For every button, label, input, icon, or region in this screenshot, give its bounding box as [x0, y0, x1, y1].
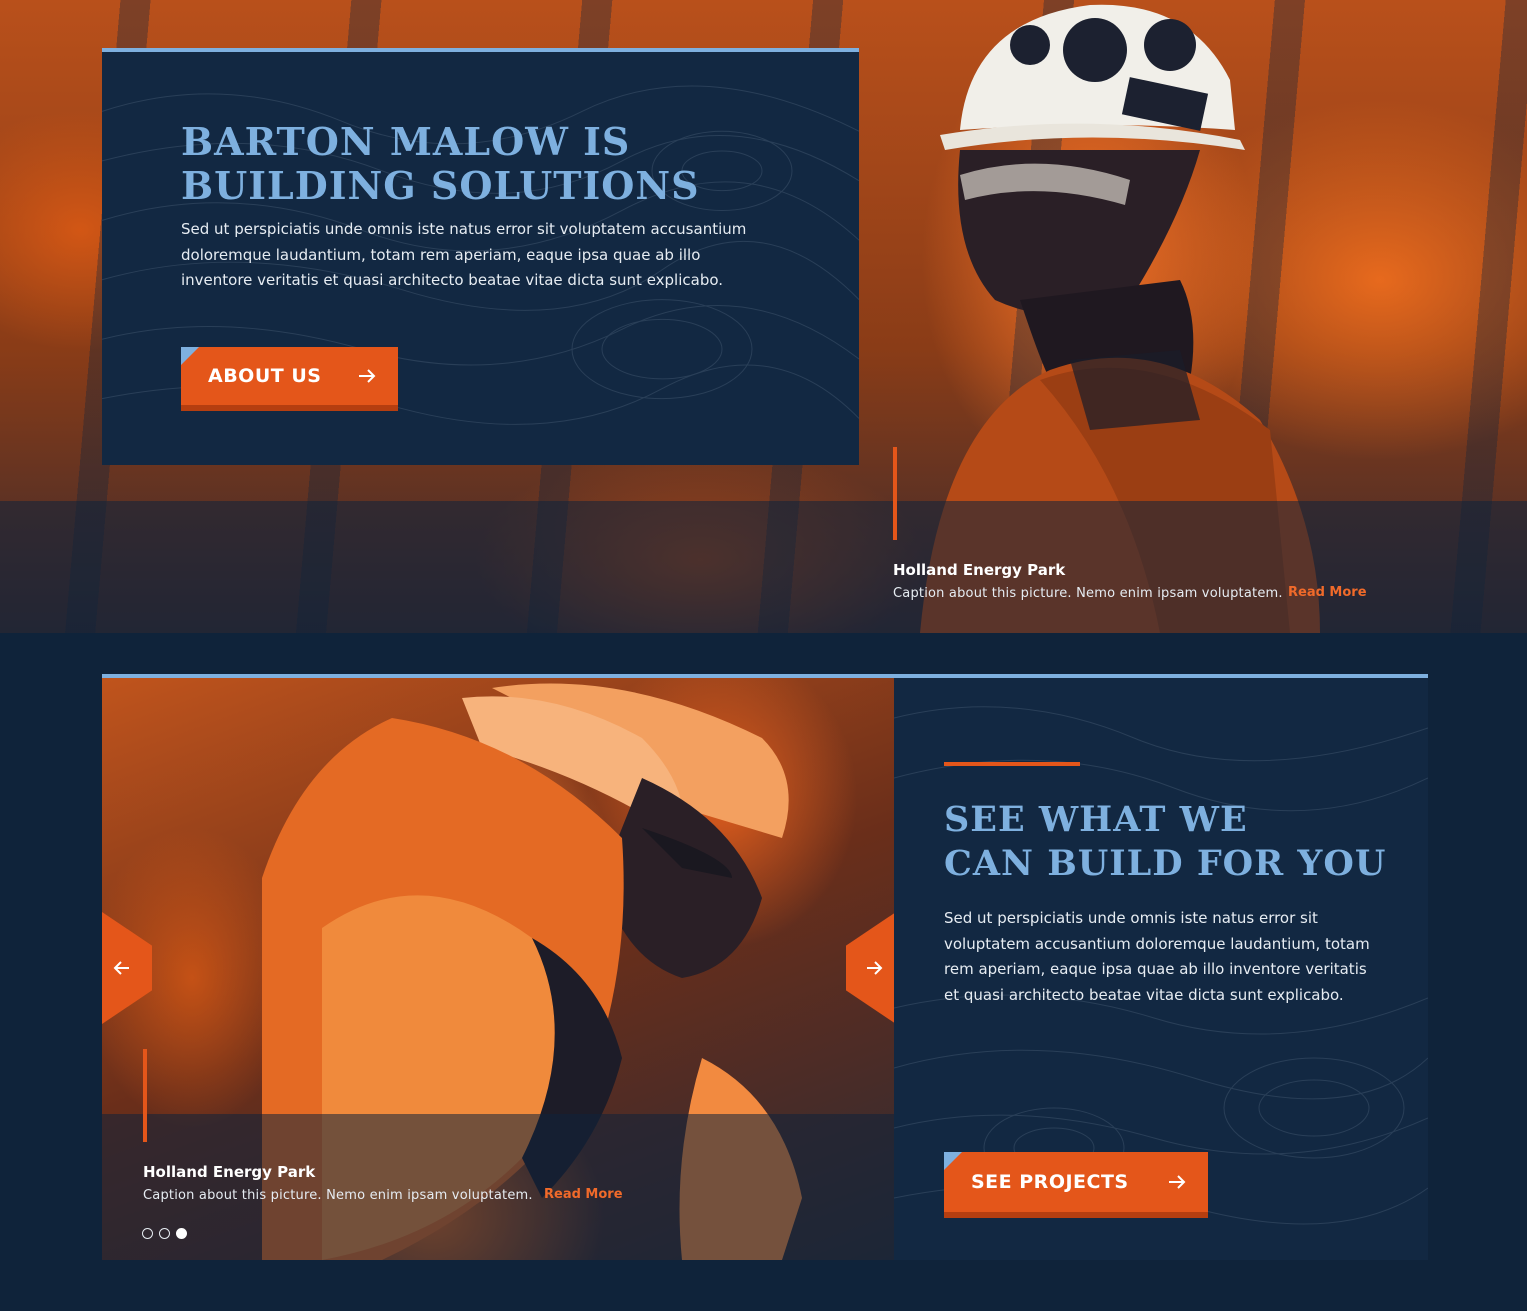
slider-caption-text: Caption about this picture. Nemo enim ip…: [143, 1188, 533, 1203]
projects-heading: SEE WHAT WE CAN BUILD FOR YOU: [944, 798, 1404, 886]
slider-dot-2[interactable]: [159, 1228, 170, 1239]
arrow-right-icon: [1169, 1175, 1186, 1189]
hero-section: BARTON MALOW IS BUILDING SOLUTIONS Sed u…: [0, 0, 1527, 633]
slider-caption-band: [102, 1114, 894, 1260]
button-corner-accent: [944, 1152, 962, 1170]
projects-heading-line2: CAN BUILD FOR YOU: [944, 843, 1387, 884]
project-slider: Holland Energy Park Caption about this p…: [102, 678, 894, 1260]
arrow-right-icon: [867, 961, 883, 975]
hero-caption-title: Holland Energy Park: [893, 561, 1066, 579]
slider-next-button[interactable]: [846, 912, 894, 1024]
hero-caption-text: Caption about this picture. Nemo enim ip…: [893, 586, 1283, 601]
hero-heading-line2: BUILDING SOLUTIONS: [181, 163, 700, 208]
slider-pagination: [142, 1228, 187, 1239]
button-corner-accent: [181, 347, 199, 365]
about-us-button[interactable]: ABOUT US: [181, 347, 398, 411]
projects-accent-rule: [944, 762, 1080, 766]
hero-caption-accent-line: [893, 447, 897, 540]
hero-caption-band: [0, 501, 1527, 633]
slider-read-more-link[interactable]: Read More: [544, 1187, 623, 1202]
hero-heading-line1: BARTON MALOW IS: [181, 119, 631, 164]
slider-caption-accent-line: [143, 1049, 147, 1142]
hero-body-text: Sed ut perspiciatis unde omnis iste natu…: [181, 220, 747, 289]
slider-caption-title: Holland Energy Park: [143, 1163, 316, 1181]
see-projects-button-label: SEE PROJECTS: [971, 1171, 1129, 1193]
slider-prev-button[interactable]: [102, 912, 152, 1024]
slider-dot-3-active[interactable]: [176, 1228, 187, 1239]
slider-dot-1[interactable]: [142, 1228, 153, 1239]
about-us-button-label: ABOUT US: [208, 365, 322, 387]
projects-section: Holland Energy Park Caption about this p…: [102, 674, 1428, 1260]
hero-read-more-link[interactable]: Read More: [1288, 585, 1367, 600]
see-projects-button[interactable]: SEE PROJECTS: [944, 1152, 1208, 1218]
hero-heading: BARTON MALOW IS BUILDING SOLUTIONS: [181, 120, 801, 208]
hero-intro-card: BARTON MALOW IS BUILDING SOLUTIONS Sed u…: [102, 48, 859, 465]
arrow-right-icon: [359, 369, 376, 383]
projects-panel: SEE WHAT WE CAN BUILD FOR YOU Sed ut per…: [894, 678, 1428, 1260]
arrow-left-icon: [113, 961, 129, 975]
projects-body-text: Sed ut perspiciatis unde omnis iste natu…: [944, 909, 1370, 1004]
projects-heading-line1: SEE WHAT WE: [944, 799, 1248, 840]
